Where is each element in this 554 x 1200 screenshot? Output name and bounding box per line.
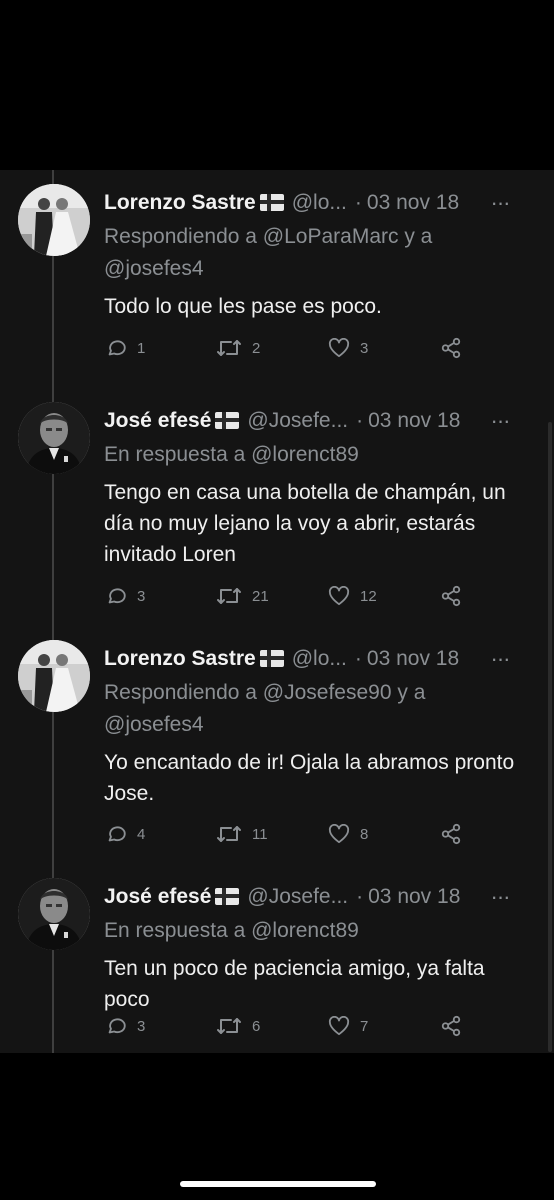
like-button[interactable]: 8 bbox=[328, 822, 368, 846]
reply-context[interactable]: Respondiendo a @Josefese90 y a bbox=[104, 678, 534, 708]
share-icon bbox=[441, 585, 461, 607]
retweet-button[interactable]: 6 bbox=[216, 1014, 260, 1038]
author-name[interactable]: José efesé bbox=[104, 409, 211, 432]
more-options-icon[interactable]: ··· bbox=[486, 188, 514, 218]
heart-icon bbox=[328, 338, 350, 358]
like-count: 7 bbox=[360, 1017, 369, 1035]
retweet-count: 11 bbox=[252, 825, 268, 843]
reply-button[interactable]: 3 bbox=[105, 1014, 145, 1038]
tweet[interactable]: José efesé @Josefe... · 03 nov 18 ··· En re… bbox=[0, 864, 554, 1053]
tweet-thread: Lorenzo Sastre @lo... · 03 nov 18 ··· Respo… bbox=[0, 170, 554, 1053]
tweet-text: Yo encantado de ir! Ojala la abramos pro… bbox=[104, 751, 515, 805]
retweet-button[interactable]: 21 bbox=[216, 584, 269, 608]
share-button[interactable] bbox=[440, 336, 472, 360]
retweet-button[interactable]: 11 bbox=[216, 822, 268, 846]
reply-button[interactable]: 1 bbox=[105, 336, 145, 360]
reply-button[interactable]: 4 bbox=[105, 822, 145, 846]
danish-flag-icon bbox=[259, 194, 284, 211]
separator-dot: · bbox=[356, 885, 364, 908]
reply-count: 3 bbox=[137, 587, 146, 605]
share-icon bbox=[441, 337, 461, 359]
retweet-count: 21 bbox=[252, 587, 269, 605]
retweet-count: 2 bbox=[252, 339, 261, 357]
author-handle[interactable]: @lo... bbox=[292, 191, 347, 214]
tweet-text: Ten un poco de paciencia amigo, ya falta… bbox=[104, 957, 485, 1011]
tweet-date[interactable]: 03 nov 18 bbox=[368, 409, 460, 432]
reply-context[interactable]: @josefes4 bbox=[104, 254, 534, 284]
reply-icon bbox=[108, 340, 126, 356]
separator-dot: · bbox=[354, 191, 362, 214]
retweet-icon bbox=[217, 340, 241, 356]
tweet-header: José efesé @Josefe... · 03 nov 18 bbox=[104, 882, 524, 912]
more-options-icon[interactable]: ··· bbox=[486, 406, 514, 436]
share-button[interactable] bbox=[440, 584, 472, 608]
heart-icon bbox=[328, 586, 350, 606]
author-name[interactable]: Lorenzo Sastre bbox=[104, 647, 256, 670]
tweet-header: José efesé @Josefe... · 03 nov 18 bbox=[104, 406, 524, 436]
tweet-date[interactable]: 03 nov 18 bbox=[368, 885, 460, 908]
author-handle[interactable]: @Josefe... bbox=[247, 885, 348, 908]
retweet-icon bbox=[217, 588, 241, 604]
reply-context[interactable]: En respuesta a @lorenct89 bbox=[104, 440, 534, 470]
share-icon bbox=[441, 1015, 461, 1037]
like-button[interactable]: 3 bbox=[328, 336, 368, 360]
reply-count: 3 bbox=[137, 1017, 146, 1035]
tweet-text: Tengo en casa una botella de champán, un… bbox=[104, 481, 506, 566]
more-options-icon[interactable]: ··· bbox=[486, 882, 514, 912]
tweet-date[interactable]: 03 nov 18 bbox=[367, 191, 459, 214]
tweet[interactable]: José efesé @Josefe... · 03 nov 18 ··· En re… bbox=[0, 388, 554, 608]
heart-icon bbox=[328, 1016, 350, 1036]
retweet-count: 6 bbox=[252, 1017, 261, 1035]
like-count: 8 bbox=[360, 825, 369, 843]
danish-flag-icon bbox=[215, 412, 240, 429]
danish-flag-icon bbox=[259, 650, 284, 667]
reply-count: 4 bbox=[137, 825, 146, 843]
avatar-wedding-photo[interactable] bbox=[18, 640, 90, 712]
share-icon bbox=[441, 823, 461, 845]
home-indicator[interactable] bbox=[180, 1181, 376, 1187]
tweet-header: Lorenzo Sastre @lo... · 03 nov 18 bbox=[104, 644, 524, 674]
retweet-icon bbox=[217, 826, 241, 842]
danish-flag-icon bbox=[215, 888, 240, 905]
reply-context[interactable]: Respondiendo a @LoParaMarc y a bbox=[104, 222, 534, 252]
reply-icon bbox=[108, 826, 126, 842]
tweet-header: Lorenzo Sastre @lo... · 03 nov 18 bbox=[104, 188, 524, 218]
reply-context[interactable]: @josefes4 bbox=[104, 710, 534, 740]
share-button[interactable] bbox=[440, 822, 472, 846]
reply-icon bbox=[108, 1018, 126, 1034]
tweet[interactable]: Lorenzo Sastre @lo... · 03 nov 18 ··· Respo… bbox=[0, 626, 554, 846]
like-count: 12 bbox=[360, 587, 377, 605]
tweet-date[interactable]: 03 nov 18 bbox=[367, 647, 459, 670]
author-handle[interactable]: @lo... bbox=[292, 647, 347, 670]
avatar-wedding-photo[interactable] bbox=[18, 184, 90, 256]
reply-button[interactable]: 3 bbox=[105, 584, 145, 608]
heart-icon bbox=[328, 824, 350, 844]
author-name[interactable]: José efesé bbox=[104, 885, 211, 908]
like-button[interactable]: 7 bbox=[328, 1014, 368, 1038]
retweet-icon bbox=[217, 1018, 241, 1034]
avatar-godfather-photo[interactable] bbox=[18, 878, 90, 950]
tweet-text: Todo lo que les pase es poco. bbox=[104, 295, 382, 318]
separator-dot: · bbox=[356, 409, 364, 432]
tweet[interactable]: Lorenzo Sastre @lo... · 03 nov 18 ··· Respo… bbox=[0, 170, 554, 370]
author-handle[interactable]: @Josefe... bbox=[247, 409, 348, 432]
author-name[interactable]: Lorenzo Sastre bbox=[104, 191, 256, 214]
share-button[interactable] bbox=[440, 1014, 472, 1038]
reply-count: 1 bbox=[137, 339, 146, 357]
like-button[interactable]: 12 bbox=[328, 584, 377, 608]
reply-context[interactable]: En respuesta a @lorenct89 bbox=[104, 916, 534, 946]
separator-dot: · bbox=[354, 647, 362, 670]
retweet-button[interactable]: 2 bbox=[216, 336, 260, 360]
avatar-godfather-photo[interactable] bbox=[18, 402, 90, 474]
like-count: 3 bbox=[360, 339, 369, 357]
reply-icon bbox=[108, 588, 126, 604]
more-options-icon[interactable]: ··· bbox=[486, 644, 514, 674]
